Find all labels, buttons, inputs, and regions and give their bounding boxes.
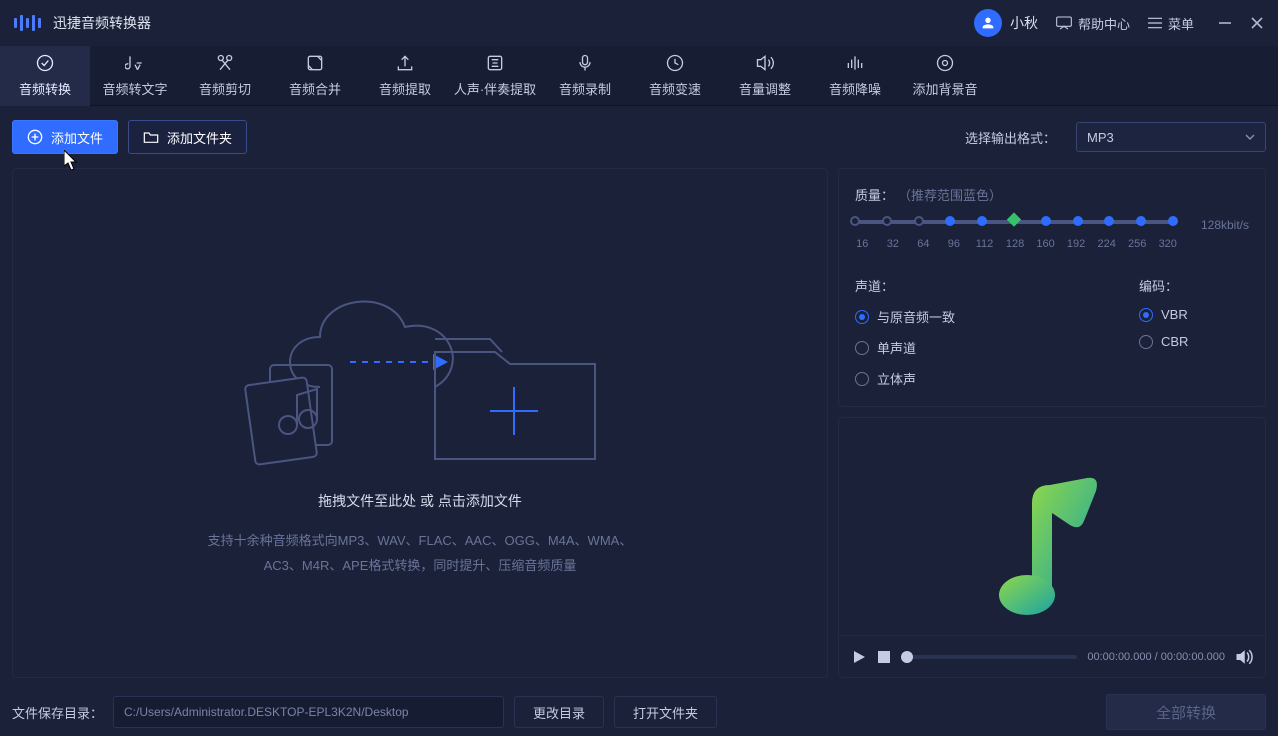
- user-name: 小秋: [1010, 13, 1038, 33]
- nav-tab-0[interactable]: 音频转换: [0, 46, 90, 106]
- help-label: 帮助中心: [1078, 14, 1130, 33]
- nav-tab-1[interactable]: 音频转文字: [90, 46, 180, 106]
- nav-tab-2[interactable]: 音频剪切: [180, 46, 270, 106]
- channel-label: 声道：: [855, 276, 955, 295]
- format-value: MP3: [1087, 130, 1114, 145]
- add-folder-label: 添加文件夹: [167, 128, 232, 147]
- audio-player: 00:00:00.000 / 00:00:00.000: [839, 635, 1265, 677]
- format-label: 选择输出格式：: [965, 128, 1056, 147]
- plus-icon: [486, 383, 542, 439]
- nav-tab-6[interactable]: 音频录制: [540, 46, 630, 106]
- open-folder-button[interactable]: 打开文件夹: [614, 696, 717, 728]
- nav-icon: [305, 53, 325, 73]
- nav-tab-9[interactable]: 音频降噪: [810, 46, 900, 106]
- action-bar: 添加文件 添加文件夹 选择输出格式： MP3: [0, 106, 1278, 168]
- avatar-icon: [974, 9, 1002, 37]
- nav-icon: [665, 53, 685, 73]
- change-dir-button[interactable]: 更改目录: [514, 696, 604, 728]
- app-logo: 迅捷音频转换器: [14, 13, 151, 33]
- support-text: 支持十余种音频格式向MP3、WAV、FLAC、AAC、OGG、M4A、WMA、A…: [205, 529, 635, 578]
- volume-button[interactable]: [1235, 649, 1253, 665]
- titlebar: 迅捷音频转换器 小秋 帮助中心 菜单: [0, 0, 1278, 46]
- encoding-label: 编码：: [1139, 276, 1249, 295]
- nav-tabs: 音频转换音频转文字音频剪切音频合并音频提取人声·伴奏提取音频录制音频变速音量调整…: [0, 46, 1278, 106]
- time-display: 00:00:00.000 / 00:00:00.000: [1087, 651, 1225, 663]
- nav-icon: [755, 53, 775, 73]
- quality-hint: （推荐范围蓝色）: [898, 185, 1002, 204]
- nav-icon: [485, 53, 505, 73]
- close-button[interactable]: [1250, 16, 1264, 30]
- encoding-option-1[interactable]: CBR: [1139, 334, 1249, 349]
- nav-tab-4[interactable]: 音频提取: [360, 46, 450, 106]
- progress-bar[interactable]: [901, 655, 1077, 659]
- encoding-option-0[interactable]: VBR: [1139, 307, 1249, 322]
- add-file-button[interactable]: 添加文件: [12, 120, 118, 154]
- quality-slider[interactable]: 16326496112128160192224256320 128kbit/s: [855, 220, 1249, 250]
- files-icon: [230, 357, 350, 467]
- wave-icon: [14, 13, 41, 33]
- bitrate-value: 128kbit/s: [1201, 218, 1249, 232]
- channel-option-2[interactable]: 立体声: [855, 369, 955, 388]
- channel-option-1[interactable]: 单声道: [855, 338, 955, 357]
- nav-icon: [215, 53, 235, 73]
- convert-all-button[interactable]: 全部转换: [1106, 694, 1266, 730]
- music-note-icon: [992, 473, 1112, 623]
- minimize-button[interactable]: [1218, 16, 1232, 30]
- user-chip[interactable]: 小秋: [974, 9, 1038, 37]
- drop-zone[interactable]: 拖拽文件至此处 或 点击添加文件 支持十余种音频格式向MP3、WAV、FLAC、…: [12, 168, 828, 678]
- nav-icon: [395, 53, 415, 73]
- chevron-down-icon: [1245, 134, 1255, 140]
- nav-tab-8[interactable]: 音量调整: [720, 46, 810, 106]
- menu-label: 菜单: [1168, 14, 1194, 33]
- nav-icon: [845, 53, 865, 73]
- menu-button[interactable]: 菜单: [1148, 14, 1194, 33]
- nav-tab-10[interactable]: 添加背景音: [900, 46, 990, 106]
- nav-icon: [35, 53, 55, 73]
- drop-text: 拖拽文件至此处 或 点击添加文件: [318, 491, 522, 511]
- play-button[interactable]: [851, 649, 867, 665]
- nav-icon: [125, 53, 145, 73]
- quality-label: 质量：: [855, 185, 894, 204]
- footer-bar: 文件保存目录： C:/Users/Administrator.DESKTOP-E…: [0, 688, 1278, 736]
- add-folder-button[interactable]: 添加文件夹: [128, 120, 247, 154]
- drop-illustration: [230, 267, 610, 467]
- nav-tab-3[interactable]: 音频合并: [270, 46, 360, 106]
- nav-tab-7[interactable]: 音频变速: [630, 46, 720, 106]
- channel-option-0[interactable]: 与原音频一致: [855, 307, 955, 326]
- settings-panel: 质量： （推荐范围蓝色） 163264961121281601922242563…: [838, 168, 1266, 678]
- add-file-label: 添加文件: [51, 128, 103, 147]
- app-title: 迅捷音频转换器: [53, 13, 151, 33]
- nav-icon: [575, 53, 595, 73]
- help-center-button[interactable]: 帮助中心: [1056, 14, 1130, 33]
- preview-pane: 00:00:00.000 / 00:00:00.000: [838, 417, 1266, 678]
- save-path-input[interactable]: C:/Users/Administrator.DESKTOP-EPL3K2N/D…: [113, 696, 504, 728]
- stop-button[interactable]: [877, 650, 891, 664]
- nav-tab-5[interactable]: 人声·伴奏提取: [450, 46, 540, 106]
- nav-icon: [935, 53, 955, 73]
- save-dir-label: 文件保存目录：: [12, 703, 103, 722]
- output-format-select[interactable]: MP3: [1076, 122, 1266, 152]
